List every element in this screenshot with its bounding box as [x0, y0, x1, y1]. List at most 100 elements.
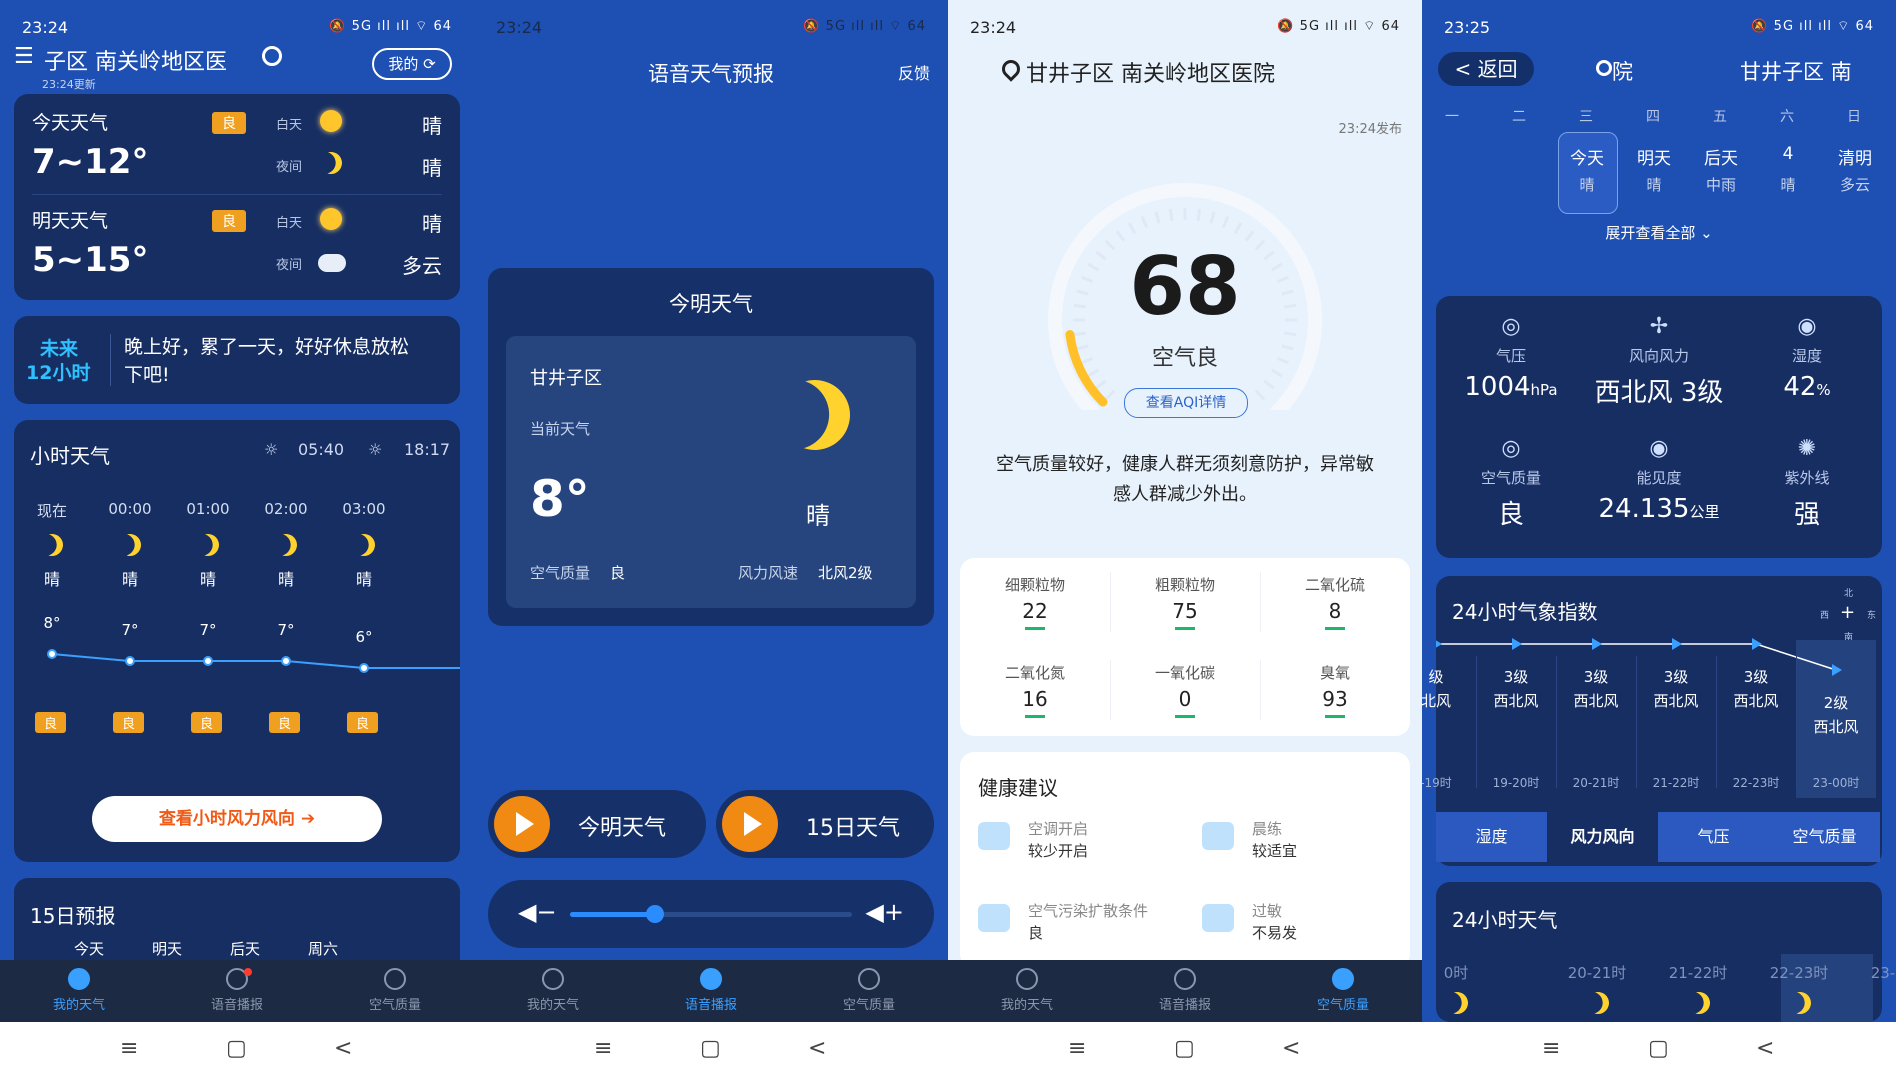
metric-unit: % [1816, 381, 1831, 399]
pollutant-cell: 臭氧 93 [1260, 646, 1410, 734]
volume-fill [570, 912, 655, 917]
humidity-icon: ◉ [1797, 314, 1817, 339]
wind-dir: 西北风 [1733, 692, 1779, 710]
map-icon [68, 968, 90, 990]
gauge-tick [1221, 215, 1230, 229]
location-title[interactable]: 子区 南关岭地区医 [44, 44, 227, 76]
back-button[interactable]: < 返回 [1438, 52, 1534, 86]
divider [1476, 656, 1477, 788]
day-label[interactable]: 清明 [1827, 144, 1883, 169]
temp-point [359, 663, 369, 673]
tomorrow-night-label: 夜间 [276, 258, 303, 273]
gauge-tick [1233, 222, 1243, 235]
today-night-label: 夜间 [276, 160, 303, 175]
bottom-tab-bar: 我的天气 语音播报 空气质量 [948, 960, 1422, 1022]
menu-nav-icon[interactable]: ≡ [1068, 1036, 1086, 1061]
home-nav-icon[interactable]: ▢ [1648, 1036, 1669, 1061]
wind-direction-button[interactable]: 查看小时风力风向 ➔ [92, 796, 382, 842]
day-cond: 多云 [1839, 176, 1870, 194]
tab-label: 空气质量 [1316, 998, 1369, 1013]
volume-slider-handle[interactable] [645, 905, 664, 923]
metric-value: 1004hPa [1436, 372, 1586, 402]
tab-air-quality[interactable]: 空气质量 [1264, 968, 1422, 1013]
day-label[interactable]: 后天 [1693, 144, 1749, 169]
home-nav-icon[interactable]: ▢ [226, 1036, 247, 1061]
back-nav-icon[interactable]: < [808, 1036, 826, 1061]
feedback-link[interactable]: 反馈 [898, 60, 930, 84]
tomorrow-day-label: 白天 [276, 216, 303, 231]
status-icons: 🔕 5G ıll ıll ⌔ 64 [1751, 19, 1874, 34]
map-icon [1016, 968, 1038, 990]
index-tab[interactable]: 气压 [1658, 812, 1769, 862]
home-nav-icon[interactable]: ▢ [1174, 1036, 1195, 1061]
play-15-day-button[interactable]: 15日天气 [716, 790, 934, 858]
menu-icon[interactable]: ☰ [14, 44, 34, 69]
tab-voice[interactable]: 语音播报 [1106, 968, 1264, 1013]
play-today-button[interactable]: 今明天气 [488, 790, 706, 858]
menu-nav-icon[interactable]: ≡ [120, 1036, 138, 1061]
metric-label: 湿度 [1791, 347, 1822, 365]
future-tag-hours: 12小时 [26, 362, 91, 384]
pollutant-value: 0 [1178, 687, 1192, 711]
index-tab[interactable]: 湿度 [1436, 812, 1547, 862]
play-today-label: 今明天气 [578, 816, 667, 841]
weekday-label: 四 [1646, 109, 1660, 125]
divider [1556, 656, 1557, 788]
index-tab[interactable]: 空气质量 [1769, 812, 1880, 862]
tab-my-weather[interactable]: 我的天气 [948, 968, 1106, 1013]
back-nav-icon[interactable]: < [1756, 1036, 1774, 1061]
tab-label: 语音播报 [1158, 998, 1211, 1013]
tomorrow-day-cond: 晴 [422, 212, 442, 236]
future-12h-card[interactable]: 未来 12小时 晚上好，累了一天，好好休息放松 下吧! [14, 316, 460, 404]
tab-air-quality[interactable]: 空气质量 [316, 968, 474, 1013]
tab-my-weather[interactable]: 我的天气 [474, 968, 632, 1013]
volume-down-icon[interactable]: ◀− [518, 898, 557, 926]
volume-track[interactable] [570, 905, 852, 923]
metric-cell: ✺ 紫外线强 [1732, 436, 1882, 531]
tab-air-quality[interactable]: 空气质量 [790, 968, 948, 1013]
menu-nav-icon[interactable]: ≡ [594, 1036, 612, 1061]
expand-all-link[interactable]: 展开查看全部 ⌄ [1422, 222, 1896, 243]
location-title[interactable]: 甘井子区 南关岭地区医院 [1026, 56, 1275, 88]
metrics-card: ◎ 气压 1004hPa ✢ 风向风力 西北风 3级 ◉ 湿度 42% ◎ 空气质量良 ◉ 能见度 24.… [1436, 296, 1882, 558]
gauge-tick [1254, 389, 1266, 401]
divider [32, 194, 442, 195]
back-nav-icon[interactable]: < [1282, 1036, 1300, 1061]
metric-label: 空气质量 [1480, 469, 1541, 487]
tab-voice[interactable]: 语音播报 [632, 968, 790, 1013]
metric-value: 24.135公里 [1584, 494, 1734, 524]
system-nav-bar: ≡ ▢ < [474, 1022, 948, 1080]
sun-icon [320, 208, 342, 230]
tab-voice[interactable]: 语音播报 [158, 968, 316, 1013]
health-name: 晨练 [1252, 820, 1283, 838]
pressure-icon: ◎ [1501, 314, 1521, 339]
today-day-label: 白天 [276, 118, 303, 133]
day-label[interactable]: 4 [1760, 144, 1816, 164]
back-nav-icon[interactable]: < [334, 1036, 352, 1061]
home-nav-icon[interactable]: ▢ [700, 1036, 721, 1061]
tab-my-weather[interactable]: 我的天气 [0, 968, 158, 1013]
volume-up-icon[interactable]: ◀+ [865, 898, 904, 926]
aq-label: 空气质量 [530, 564, 591, 582]
allergy-icon [1202, 904, 1234, 932]
forecast-day-label: 后天 [230, 940, 261, 958]
metric-number: 强 [1793, 500, 1820, 530]
metric-cell: ✢ 风向风力 西北风 3级 [1584, 314, 1734, 409]
play-icon [722, 796, 778, 852]
tomorrow-range: 5~15° [32, 240, 149, 280]
location-pin-icon [1596, 60, 1612, 76]
divider [1716, 656, 1717, 788]
divider [110, 334, 111, 386]
today-range: 7~12° [32, 142, 149, 182]
day-label[interactable]: 明天 [1626, 144, 1682, 169]
location-pin-icon[interactable] [262, 46, 282, 66]
wind-time: 22-23时 [1732, 776, 1780, 790]
me-button[interactable]: 我的 ⟳ [372, 48, 452, 80]
today-tomorrow-card[interactable]: 今天天气 良 7~12° 白天 晴 夜间 晴 明天天气 良 5~15° 白天 晴… [14, 94, 460, 300]
tab-wind-active[interactable]: 风力风向 [1547, 812, 1658, 862]
health-title: 健康建议 [978, 776, 1058, 800]
aqi-detail-button[interactable]: 查看AQI详情 [1124, 388, 1248, 418]
menu-nav-icon[interactable]: ≡ [1542, 1036, 1560, 1061]
day-label[interactable]: 今天 [1559, 144, 1615, 169]
pollutant-cell: 一氧化碳 0 [1110, 646, 1260, 734]
